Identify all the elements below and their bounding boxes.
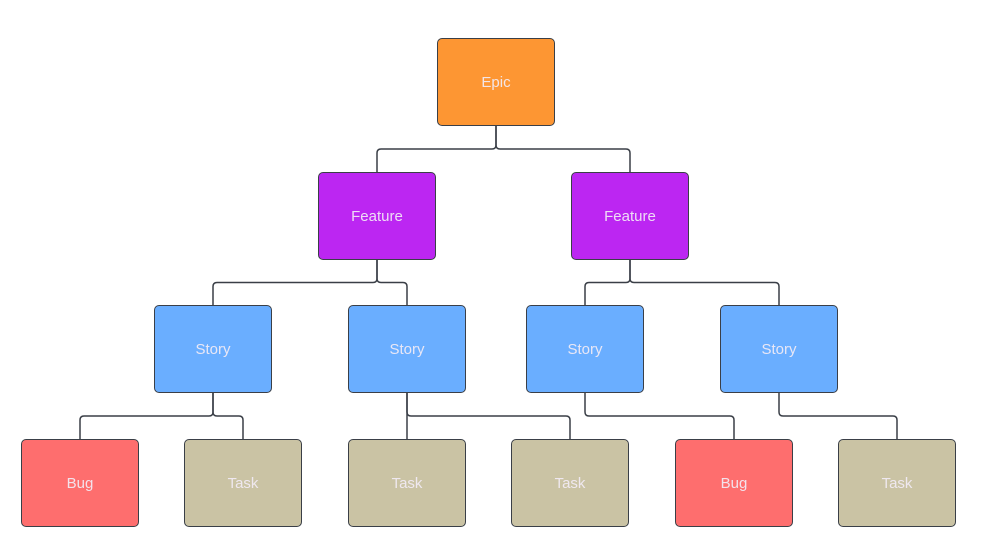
node-label: Story: [567, 340, 603, 358]
task-node[interactable]: Task: [511, 439, 629, 527]
node-label: Story: [389, 340, 425, 358]
hierarchy-diagram: Epic Feature Feature Story Story Story S…: [0, 0, 988, 556]
connector-story-1-to-bug-1: [79, 393, 214, 439]
connector-feature-1-to-story-2: [376, 260, 408, 305]
node-label: Bug: [66, 474, 94, 492]
story-node[interactable]: Story: [526, 305, 644, 393]
connector-epic-to-feature-1: [376, 126, 497, 172]
node-label: Task: [554, 474, 586, 492]
connector-epic-to-feature-2: [495, 126, 631, 172]
node-label: Task: [227, 474, 259, 492]
connector-feature-2-to-story-3: [584, 260, 631, 305]
bug-node[interactable]: Bug: [675, 439, 793, 527]
task-node[interactable]: Task: [838, 439, 956, 527]
connector-story-2-to-task-3: [406, 393, 571, 439]
node-label: Feature: [604, 207, 656, 225]
task-node[interactable]: Task: [184, 439, 302, 527]
feature-node[interactable]: Feature: [571, 172, 689, 260]
node-label: Epic: [481, 73, 511, 91]
bug-node[interactable]: Bug: [21, 439, 139, 527]
connector-feature-2-to-story-4: [629, 260, 780, 305]
node-label: Story: [195, 340, 231, 358]
epic-node[interactable]: Epic: [437, 38, 555, 126]
node-label: Task: [881, 474, 913, 492]
node-label: Feature: [351, 207, 403, 225]
node-label: Bug: [720, 474, 748, 492]
node-label: Task: [391, 474, 423, 492]
task-node[interactable]: Task: [348, 439, 466, 527]
story-node[interactable]: Story: [348, 305, 466, 393]
node-label: Story: [761, 340, 797, 358]
story-node[interactable]: Story: [154, 305, 272, 393]
connector-story-1-to-task-1: [212, 393, 244, 439]
connector-story-4-to-task-4: [778, 393, 898, 439]
story-node[interactable]: Story: [720, 305, 838, 393]
connector-feature-1-to-story-1: [212, 260, 378, 305]
connector-story-3-to-bug-2: [584, 393, 735, 439]
feature-node[interactable]: Feature: [318, 172, 436, 260]
